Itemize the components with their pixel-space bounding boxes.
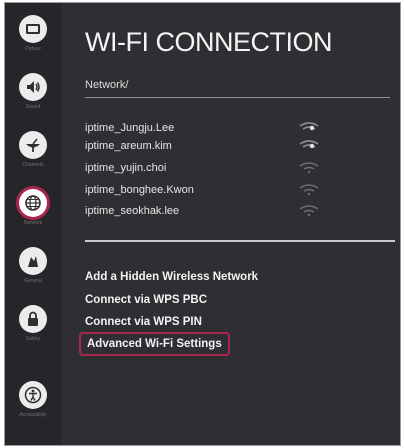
sidebar-item-label: Safety	[25, 336, 41, 342]
sidebar-item-network[interactable]: Network	[13, 189, 53, 233]
sidebar-item-label: Network	[23, 220, 43, 226]
network-list-item[interactable]: iptime_bonghee.Kwon	[85, 184, 385, 200]
sidebar-item-safety[interactable]: Safety	[13, 305, 53, 349]
connect-wps-pin-button[interactable]: Connect via WPS PIN	[85, 316, 202, 328]
settings-sidebar: Picture Sound Channels Network General S…	[5, 3, 61, 445]
picture-icon	[19, 15, 47, 43]
page-title: WI-FI CONNECTION	[85, 27, 332, 57]
network-list-item[interactable]: iptime_Jungju.Lee	[85, 122, 385, 138]
connect-wps-pbc-button[interactable]: Connect via WPS PBC	[85, 294, 207, 306]
sidebar-item-label: Accessibility	[19, 412, 47, 418]
sidebar-item-accessibility[interactable]: Accessibility	[13, 381, 53, 425]
network-icon	[19, 189, 47, 217]
wifi-signal-icon	[299, 122, 319, 131]
breadcrumb: Network/	[85, 79, 129, 91]
sound-icon	[19, 73, 47, 101]
main-panel: WI-FI CONNECTION Network/ iptime_Jungju.…	[79, 3, 400, 445]
wifi-signal-icon	[299, 184, 319, 196]
network-name: iptime_Jungju.Lee	[85, 122, 175, 134]
add-hidden-network-button[interactable]: Add a Hidden Wireless Network	[85, 271, 258, 283]
sidebar-item-label: Picture	[25, 46, 41, 52]
sidebar-item-label: Channels	[22, 162, 44, 168]
network-name: iptime_areum.kim	[85, 140, 172, 152]
network-name: iptime_yujin.choi	[85, 162, 167, 174]
network-list-item[interactable]: iptime_areum.kim	[85, 140, 385, 156]
wifi-signal-icon	[299, 140, 319, 149]
channels-icon	[19, 131, 47, 159]
network-list-item[interactable]: iptime_seokhak.lee	[85, 205, 385, 221]
divider	[85, 97, 390, 98]
sidebar-item-channels[interactable]: Channels	[13, 131, 53, 175]
sidebar-item-general[interactable]: General	[13, 247, 53, 291]
divider	[85, 240, 395, 242]
wifi-signal-icon	[299, 162, 319, 174]
sidebar-item-picture[interactable]: Picture	[13, 15, 53, 59]
advanced-wifi-settings-button[interactable]: Advanced Wi-Fi Settings	[79, 332, 230, 356]
sidebar-item-label: Sound	[25, 104, 41, 110]
network-name: iptime_seokhak.lee	[85, 205, 180, 217]
sidebar-item-sound[interactable]: Sound	[13, 73, 53, 117]
accessibility-icon	[19, 381, 47, 409]
lock-icon	[19, 305, 47, 333]
network-list-item[interactable]: iptime_yujin.choi	[85, 162, 385, 178]
network-name: iptime_bonghee.Kwon	[85, 184, 194, 196]
settings-window: Picture Sound Channels Network General S…	[4, 2, 401, 446]
general-icon	[19, 247, 47, 275]
sidebar-item-label: General	[24, 278, 42, 284]
wifi-signal-icon	[299, 205, 319, 217]
